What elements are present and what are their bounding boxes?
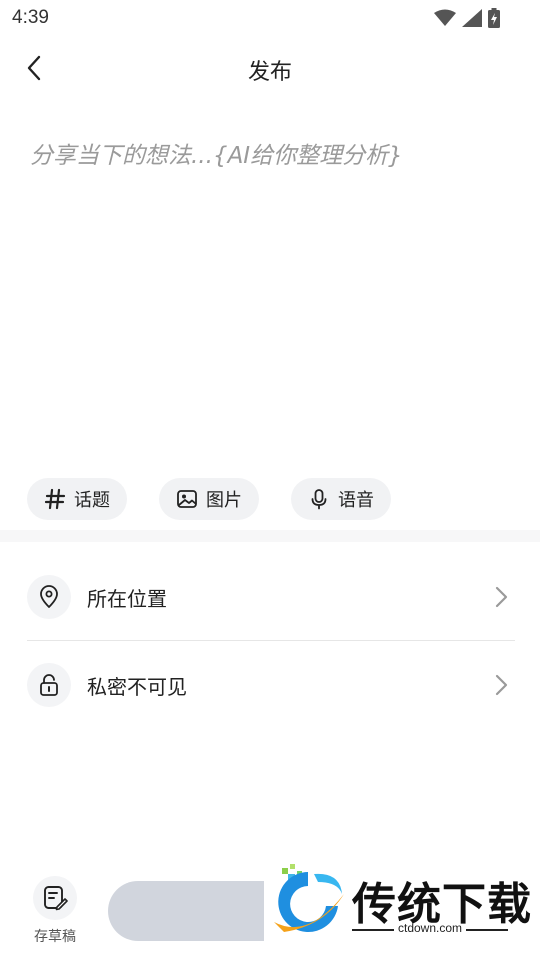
watermark: 传统下载 ctdown.com [266, 862, 540, 960]
signal-icon [462, 9, 482, 27]
image-icon [177, 490, 197, 508]
nav-bar: 发布 [0, 40, 540, 98]
attachment-chips: 话题 图片 语音 [27, 478, 391, 520]
privacy-row[interactable]: 私密不可见 [27, 663, 515, 707]
unlock-icon [40, 674, 58, 696]
hashtag-icon [44, 488, 66, 510]
wifi-icon [434, 9, 456, 26]
location-label: 所在位置 [87, 586, 167, 611]
draft-icon-wrap [33, 876, 77, 920]
image-chip[interactable]: 图片 [159, 478, 259, 520]
save-draft-label: 存草稿 [34, 929, 76, 945]
status-bar: 4:39 [0, 0, 540, 36]
voice-chip-label: 语音 [338, 490, 374, 511]
chevron-right-icon [495, 674, 508, 696]
watermark-rule-right [466, 929, 508, 931]
draft-edit-icon [44, 886, 68, 911]
microphone-icon [311, 489, 327, 510]
voice-chip[interactable]: 语音 [291, 478, 391, 520]
topic-chip-label: 话题 [74, 490, 110, 511]
topic-chip[interactable]: 话题 [27, 478, 127, 520]
watermark-rule-left [352, 929, 394, 931]
status-time: 4:39 [12, 7, 49, 28]
page-title: 发布 [247, 60, 292, 85]
publish-button[interactable] [108, 881, 264, 941]
location-row[interactable]: 所在位置 [27, 575, 515, 619]
watermark-logo [274, 864, 344, 932]
status-icons [434, 8, 500, 28]
post-content-input[interactable] [28, 134, 516, 438]
location-pin-icon [40, 585, 58, 608]
location-icon-wrap [27, 575, 71, 619]
save-draft-button[interactable]: 存草稿 [28, 876, 82, 950]
watermark-url: ctdown.com [398, 921, 463, 935]
image-chip-label: 图片 [206, 490, 242, 511]
battery-icon [488, 8, 500, 28]
row-separator [27, 640, 515, 641]
section-divider [0, 530, 540, 542]
chevron-right-icon [495, 586, 508, 608]
privacy-icon-wrap [27, 663, 71, 707]
privacy-label: 私密不可见 [87, 674, 187, 699]
